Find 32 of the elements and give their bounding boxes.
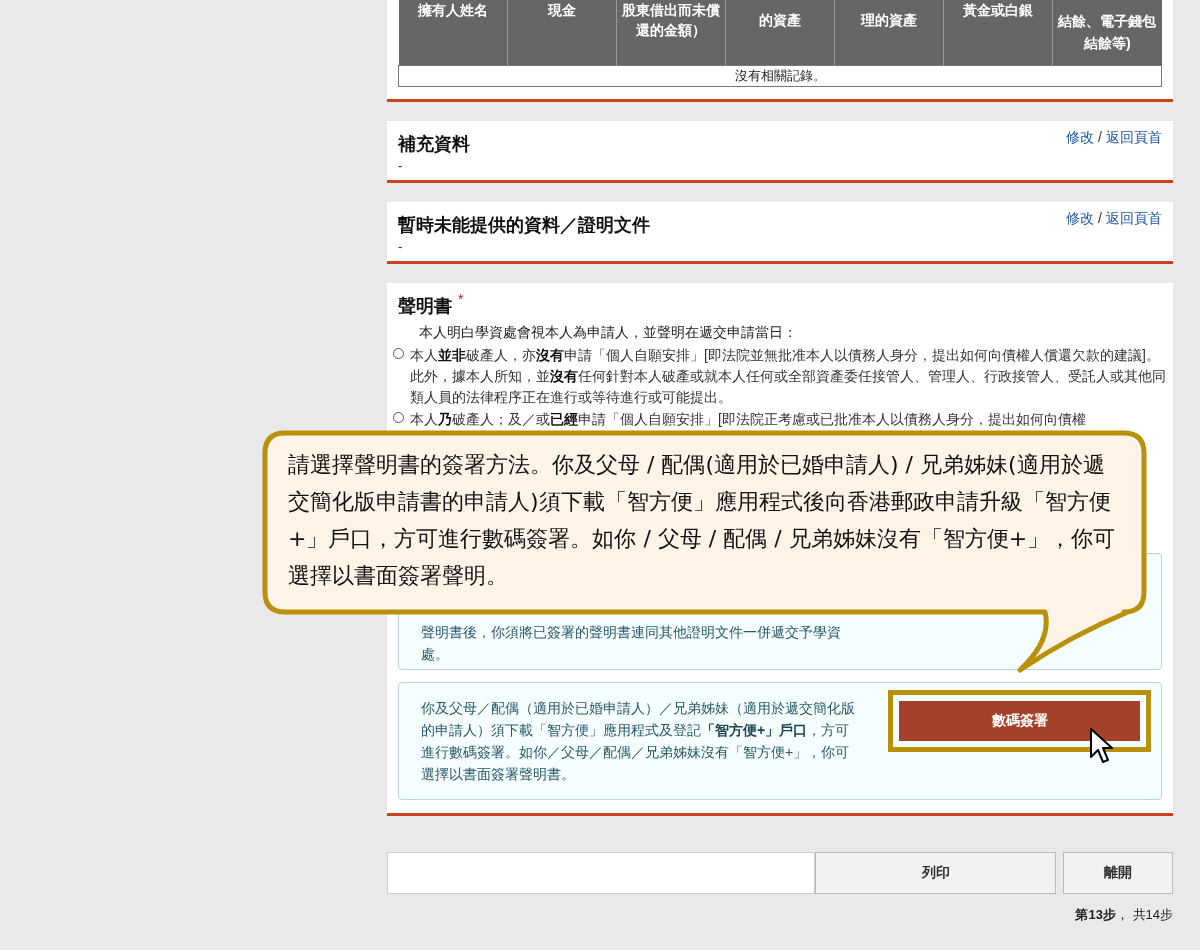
section-value: - bbox=[398, 239, 404, 255]
step-indicator: 第13步， 共14步 bbox=[1074, 906, 1173, 924]
radio-button[interactable] bbox=[393, 412, 404, 423]
option-text: 本人乃破產人；及／或已經申請「個人自願安排」[即法院正考慮或已批准本人以債務人身分，提出如何向債權 bbox=[410, 410, 1086, 429]
column-header: 的資產 bbox=[725, 0, 835, 66]
section-title: 補充資料 bbox=[398, 133, 470, 156]
section-link[interactable]: 返回頁首 bbox=[1106, 129, 1162, 147]
section-link[interactable]: 修改 bbox=[1066, 129, 1095, 147]
footer-button[interactable]: 列印 bbox=[815, 852, 1056, 894]
digital-sign-button[interactable]: 數碼簽署 bbox=[899, 701, 1140, 741]
intro-text: 本人明白學資處會視本人為申請人，並聲明在遞交申請當日： bbox=[418, 323, 798, 342]
section-title: 聲明書 bbox=[398, 295, 452, 318]
column-header: 黃金或白銀 bbox=[943, 0, 1053, 66]
required-mark: * bbox=[458, 291, 464, 309]
column-header: 現金 bbox=[507, 0, 617, 66]
footer-button[interactable]: 離開 bbox=[1063, 852, 1173, 894]
option-text: 本人並非破產人，亦沒有申請「個人自願安排」[即法院並無批准本人以債務人身分，提出如何向債權人償還欠款的建議]。此外，據本人所知，並沒有任何針對本人破產或就本人任何或全部資產委任接管人、管理人、行政接管人、受託人或其他同類人員的法律程序正在進行或等待進行或可能提出。 bbox=[410, 346, 1167, 407]
empty-message: 沒有相關記錄。 bbox=[398, 65, 1162, 87]
column-header: 股東借出而未償還的金額） bbox=[616, 0, 726, 66]
cursor-icon bbox=[1089, 727, 1113, 765]
section-link[interactable]: 修改 bbox=[1066, 210, 1095, 228]
column-header: 理的資產 bbox=[834, 0, 944, 66]
radio-button[interactable] bbox=[393, 348, 404, 359]
info-text: 你及父母／配偶（適用於已婚申請人）／兄弟姊妹（適用於遞交簡化版的申請人）須下載「智方便」應用程式及登記「智方便+」戶口，方可進行數碼簽署。如你／父母／配偶／兄弟姊妹沒有「智方便+」，你可選擇以書面簽署聲明書。 bbox=[421, 699, 856, 784]
info-text: 聲明書後，你須將已簽署的聲明書連同其他證明文件一併遞交予學資處。 bbox=[421, 623, 842, 664]
section-link[interactable]: 返回頁首 bbox=[1106, 210, 1162, 228]
column-header: 擁有人姓名 bbox=[398, 0, 508, 66]
section-value: - bbox=[398, 158, 404, 174]
column-header: 結餘、電子錢包結餘等) bbox=[1052, 0, 1162, 66]
link-separator: / bbox=[1098, 210, 1102, 228]
section-title: 暫時未能提供的資料／證明文件 bbox=[398, 214, 650, 237]
link-separator: / bbox=[1098, 129, 1102, 147]
